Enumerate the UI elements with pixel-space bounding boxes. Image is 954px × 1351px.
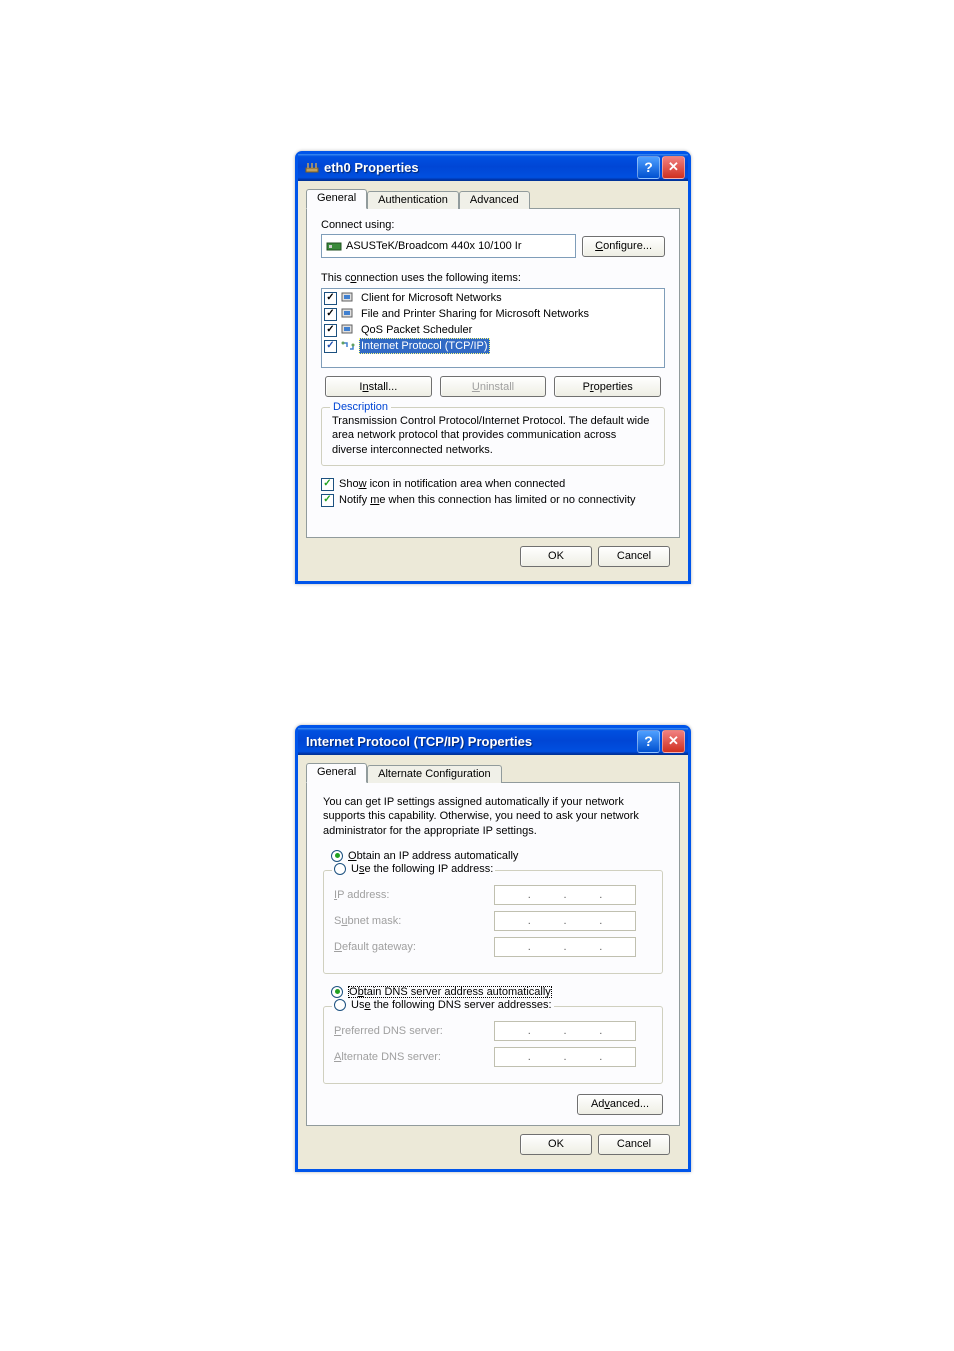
window-title: Internet Protocol (TCP/IP) Properties — [306, 734, 637, 749]
ip-address-label: IP address: — [334, 889, 494, 901]
component-list[interactable]: Client for Microsoft Networks File and P… — [321, 288, 665, 368]
checkbox-icon[interactable] — [324, 324, 337, 337]
cancel-button[interactable]: Cancel — [598, 1134, 670, 1155]
configure-button[interactable]: Configure... — [582, 236, 665, 257]
advanced-button[interactable]: Advanced... — [577, 1094, 663, 1115]
notify-label: Notify me when this connection has limit… — [339, 494, 636, 506]
alt-dns-label: Alternate DNS server: — [334, 1051, 494, 1063]
alt-dns-input: ... — [494, 1047, 636, 1067]
radio-auto-dns-label: Obtain DNS server address automatically — [348, 986, 552, 998]
pref-dns-label: Preferred DNS server: — [334, 1025, 494, 1037]
list-item[interactable]: QoS Packet Scheduler — [324, 322, 662, 338]
items-label: This connection uses the following items… — [321, 272, 665, 284]
intro-text: You can get IP settings assigned automat… — [323, 795, 663, 838]
tab-strip: General Authentication Advanced — [306, 189, 680, 209]
client-icon — [340, 291, 356, 305]
checkbox-icon[interactable] — [324, 340, 337, 353]
ok-button[interactable]: OK — [520, 1134, 592, 1155]
uninstall-button: Uninstall — [440, 376, 547, 397]
ip-address-input: ... — [494, 885, 636, 905]
titlebar[interactable]: Internet Protocol (TCP/IP) Properties ? … — [298, 728, 688, 755]
description-text: Transmission Control Protocol/Internet P… — [332, 414, 654, 457]
tab-authentication[interactable]: Authentication — [367, 191, 459, 209]
show-icon-checkbox[interactable] — [321, 478, 334, 491]
adapter-name: ASUSTeK/Broadcom 440x 10/100 Ir — [346, 240, 521, 252]
connect-using-label: Connect using: — [321, 219, 665, 231]
tcpip-icon — [340, 339, 356, 353]
ok-button[interactable]: OK — [520, 546, 592, 567]
checkbox-icon[interactable] — [324, 308, 337, 321]
install-button[interactable]: Install... — [325, 376, 432, 397]
radio-auto-dns[interactable] — [331, 986, 343, 998]
tab-panel-general: You can get IP settings assigned automat… — [306, 782, 680, 1126]
tcpip-properties-dialog: Internet Protocol (TCP/IP) Properties ? … — [295, 725, 691, 1172]
adapter-field: ASUSTeK/Broadcom 440x 10/100 Ir — [321, 234, 576, 258]
titlebar[interactable]: eth0 Properties ? ✕ — [298, 154, 688, 181]
radio-static-ip[interactable] — [334, 863, 346, 875]
list-item-selected[interactable]: Internet Protocol (TCP/IP) — [324, 338, 662, 354]
radio-auto-ip[interactable] — [331, 850, 343, 862]
gateway-label: Default gateway: — [334, 941, 494, 953]
checkbox-icon[interactable] — [324, 292, 337, 305]
close-button[interactable]: ✕ — [662, 730, 685, 753]
show-icon-label: Show icon in notification area when conn… — [339, 478, 565, 490]
close-button[interactable]: ✕ — [662, 156, 685, 179]
description-legend: Description — [330, 401, 391, 413]
list-item[interactable]: File and Printer Sharing for Microsoft N… — [324, 306, 662, 322]
help-button[interactable]: ? — [637, 730, 660, 753]
radio-static-ip-label: Use the following IP address: — [351, 863, 493, 875]
list-item[interactable]: Client for Microsoft Networks — [324, 290, 662, 306]
eth0-properties-dialog: eth0 Properties ? ✕ General Authenticati… — [295, 151, 691, 584]
pref-dns-input: ... — [494, 1021, 636, 1041]
radio-static-dns-label: Use the following DNS server addresses: — [351, 999, 552, 1011]
window-title: eth0 Properties — [324, 160, 637, 175]
tab-strip: General Alternate Configuration — [306, 763, 680, 783]
cancel-button[interactable]: Cancel — [598, 546, 670, 567]
subnet-label: Subnet mask: — [334, 915, 494, 927]
tab-general[interactable]: General — [306, 189, 367, 209]
tab-general[interactable]: General — [306, 763, 367, 783]
tab-panel-general: Connect using: ASUSTeK/Broadcom 440x 10/… — [306, 208, 680, 538]
properties-button[interactable]: Properties — [554, 376, 661, 397]
static-dns-group: Use the following DNS server addresses: … — [323, 1006, 663, 1084]
radio-auto-ip-label: Obtain an IP address automatically — [348, 850, 518, 862]
network-adapter-icon — [304, 159, 320, 175]
subnet-input: ... — [494, 911, 636, 931]
help-button[interactable]: ? — [637, 156, 660, 179]
radio-static-dns[interactable] — [334, 999, 346, 1011]
share-icon — [340, 307, 356, 321]
nic-icon — [326, 239, 342, 253]
description-group: Description Transmission Control Protoco… — [321, 407, 665, 466]
qos-icon — [340, 323, 356, 337]
notify-checkbox[interactable] — [321, 494, 334, 507]
gateway-input: ... — [494, 937, 636, 957]
static-ip-group: Use the following IP address: IP address… — [323, 870, 663, 974]
tab-alt-config[interactable]: Alternate Configuration — [367, 765, 502, 783]
tab-advanced[interactable]: Advanced — [459, 191, 530, 209]
